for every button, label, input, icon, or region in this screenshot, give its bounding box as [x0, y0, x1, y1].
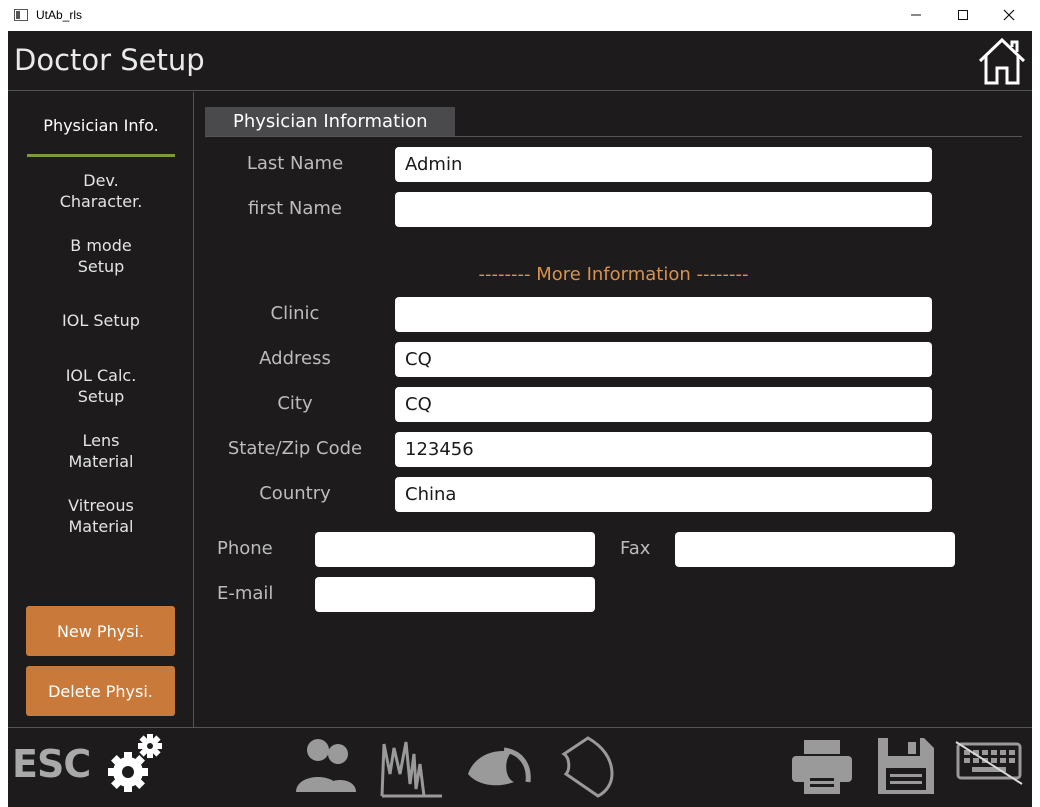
sidebar-item-vitreous-material[interactable]: Vitreous Material [26, 495, 176, 537]
window-title: UtAb_rls [36, 8, 83, 22]
first-name-label: first Name [248, 198, 342, 219]
address-input[interactable]: CQ [395, 342, 932, 377]
doctor-setup-app: Doctor Setup Physician Info. Dev. Charac… [8, 31, 1032, 807]
sidebar-item-lens-material[interactable]: Lens Material [26, 430, 176, 472]
phone-input[interactable] [315, 532, 595, 567]
delete-physician-button[interactable]: Delete Physi. [26, 666, 175, 716]
close-icon [1003, 9, 1015, 21]
country-input[interactable]: China [395, 477, 932, 512]
country-label: Country [259, 483, 331, 504]
sidebar-item-iol-setup[interactable]: IOL Setup [26, 310, 176, 331]
save-icon[interactable] [874, 734, 938, 798]
more-information-heading: -------- More Information -------- [478, 264, 749, 285]
sidebar-item-dev-character[interactable]: Dev. Character. [26, 170, 176, 212]
clinic-label: Clinic [270, 303, 320, 324]
footer-toolbar: ESC [8, 727, 1032, 807]
email-input[interactable] [315, 577, 595, 612]
maximize-button[interactable] [940, 0, 986, 30]
eye-icon[interactable] [464, 738, 534, 794]
maximize-icon [958, 10, 968, 20]
application-window: UtAb_rls Doctor Setup Physician Info. De… [0, 0, 1040, 807]
city-label: City [277, 393, 313, 414]
window-titlebar: UtAb_rls [0, 0, 1040, 31]
minimize-icon [911, 14, 921, 16]
first-name-input[interactable] [395, 192, 932, 227]
sidebar-item-physician-info[interactable]: Physician Info. [26, 115, 176, 136]
printer-icon[interactable] [790, 736, 854, 796]
last-name-input[interactable]: Admin [395, 147, 932, 182]
home-icon[interactable] [976, 35, 1028, 87]
sidebar: Physician Info. Dev. Character. B mode S… [8, 92, 194, 727]
last-name-label: Last Name [246, 153, 344, 174]
physician-info-panel: Physician Information Last Name Admin fi… [195, 92, 1032, 727]
section-title: Physician Information [205, 107, 455, 136]
esc-button[interactable]: ESC [12, 742, 91, 786]
minimize-button[interactable] [893, 0, 939, 30]
state-zip-input[interactable]: 123456 [395, 432, 932, 467]
city-input[interactable]: CQ [395, 387, 932, 422]
waveform-icon[interactable] [380, 734, 444, 798]
fax-input[interactable] [675, 532, 955, 567]
section-divider [205, 136, 1022, 137]
keyboard-icon[interactable] [954, 740, 1024, 786]
patients-icon[interactable] [294, 734, 358, 796]
state-zip-label: State/Zip Code [227, 438, 363, 459]
active-tab-indicator [27, 154, 175, 157]
page-title: Doctor Setup [14, 43, 205, 77]
gear-icon[interactable] [104, 732, 166, 798]
close-button[interactable] [986, 0, 1032, 30]
new-physician-button[interactable]: New Physi. [26, 606, 175, 656]
sidebar-item-bmode-setup[interactable]: B mode Setup [26, 235, 176, 277]
clinic-input[interactable] [395, 297, 932, 332]
lens-icon[interactable] [558, 734, 616, 798]
app-icon [14, 9, 28, 21]
address-label: Address [259, 348, 331, 369]
phone-label: Phone [217, 538, 273, 559]
fax-label: Fax [620, 538, 651, 559]
email-label: E-mail [217, 583, 274, 604]
sidebar-item-iol-calc-setup[interactable]: IOL Calc. Setup [26, 365, 176, 407]
header: Doctor Setup [8, 31, 1032, 91]
